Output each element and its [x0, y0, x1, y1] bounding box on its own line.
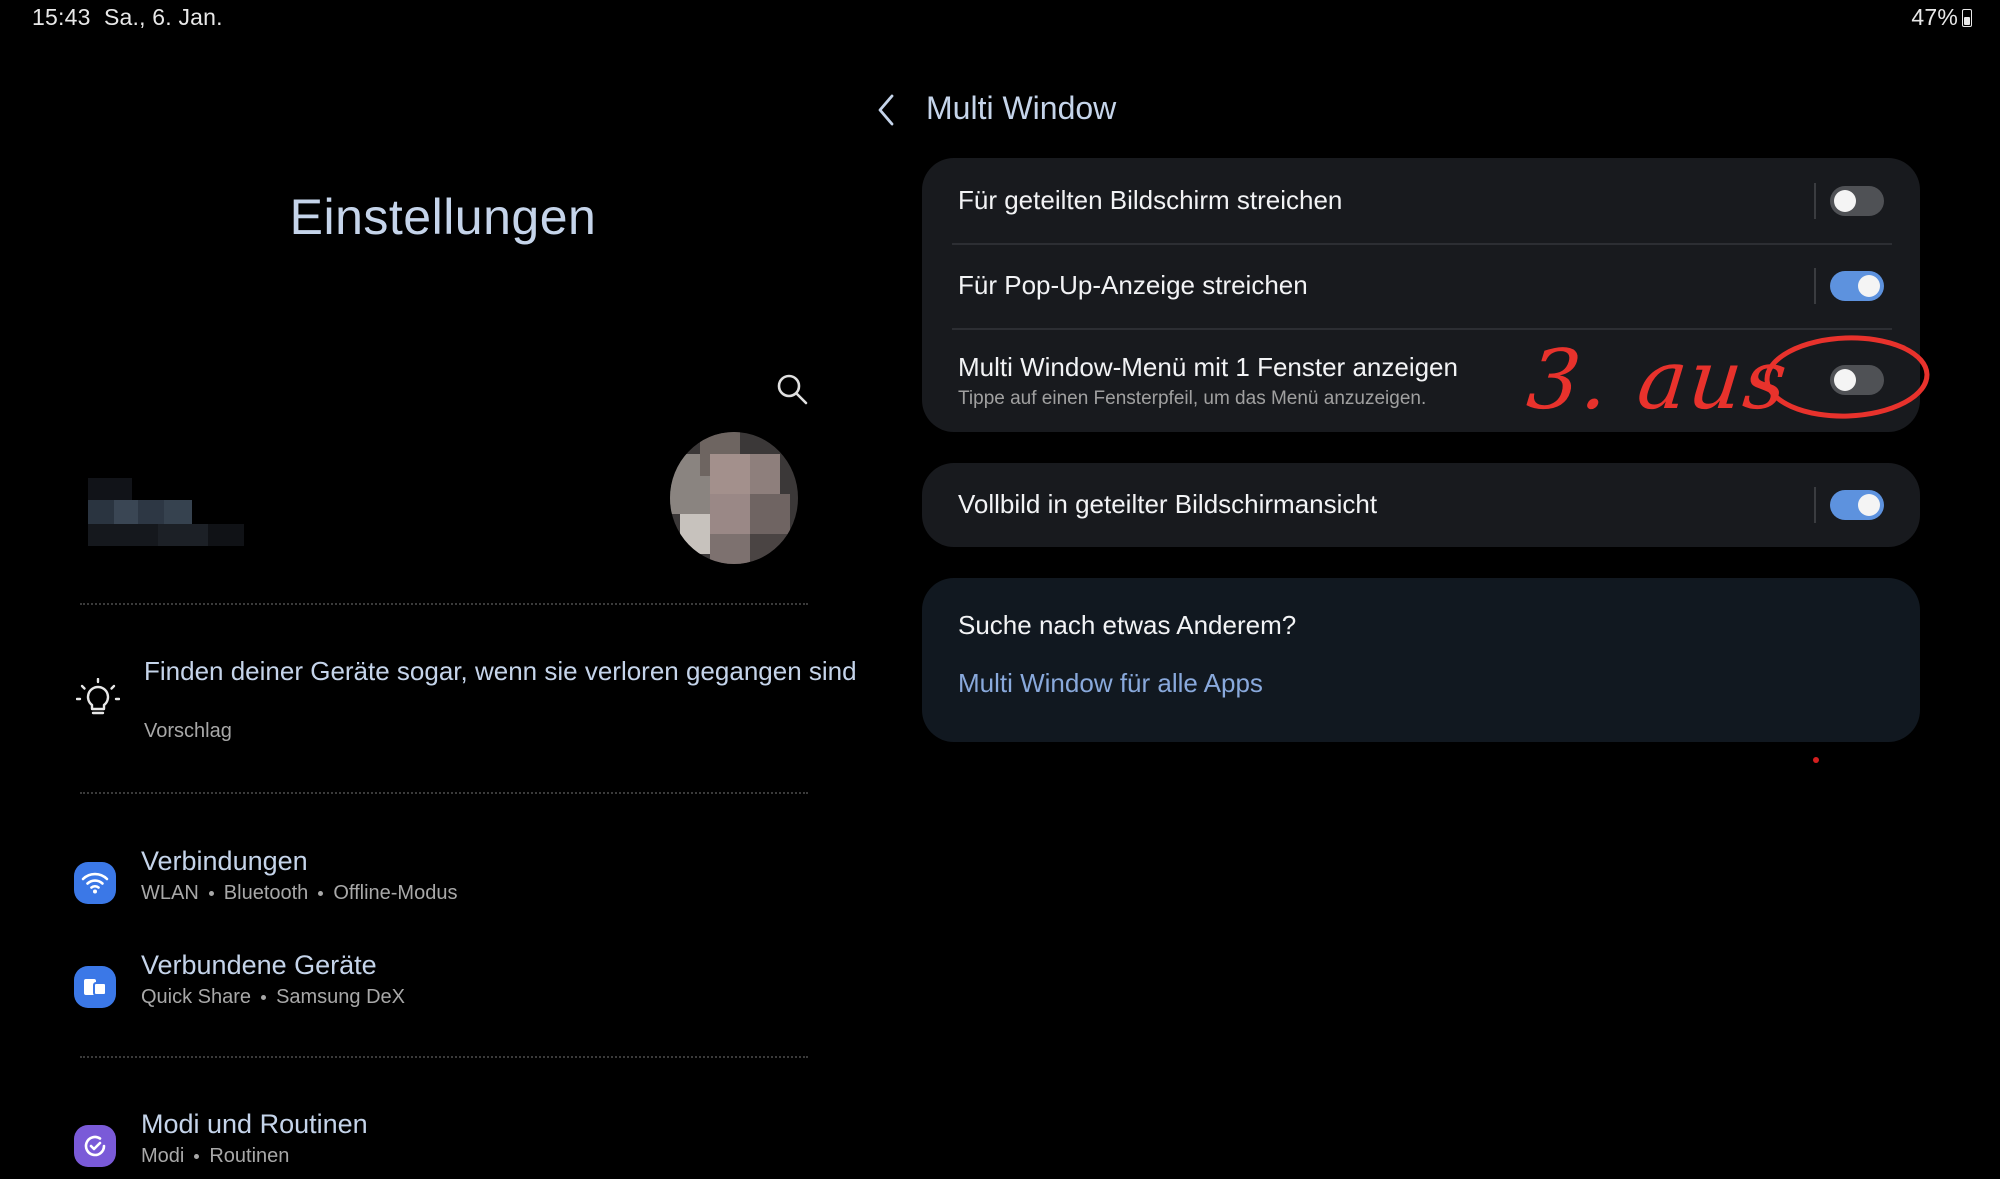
toggle-switch[interactable]	[1830, 490, 1884, 520]
divider	[80, 603, 808, 605]
lightbulb-icon	[76, 678, 120, 715]
subtitle-part: Routinen	[209, 1145, 290, 1167]
setting-row-popup-swipe[interactable]: Für Pop-Up-Anzeige streichen	[922, 244, 1920, 328]
settings-item-verbundene-geraete[interactable]: Verbundene Geräte Quick Share Samsung DeX	[72, 950, 812, 1030]
toggle-knob	[1858, 275, 1880, 297]
separator-dot	[318, 891, 324, 897]
page-title: Multi Window	[926, 90, 1117, 126]
divider	[80, 1056, 808, 1058]
setting-label: Multi Window-Menü mit 1 Fenster anzeigen	[958, 352, 1458, 382]
separator-dot	[261, 995, 267, 1001]
setting-label: Vollbild in geteilter Bildschirmansicht	[958, 489, 1378, 519]
toggle-knob	[1834, 190, 1856, 212]
back-arrow-icon[interactable]	[872, 92, 902, 128]
settings-item-modi-und-routinen[interactable]: Modi und Routinen Modi Routinen	[72, 1109, 812, 1179]
battery-percent: 47%	[1911, 4, 1958, 30]
separator-dot	[208, 891, 214, 897]
subtitle-part: Offline-Modus	[333, 882, 458, 904]
settings-item-subtitle: Modi Routinen	[141, 1145, 289, 1168]
settings-item-subtitle: Quick Share Samsung DeX	[141, 986, 405, 1009]
toggle-switch[interactable]	[1830, 186, 1884, 216]
setting-row-split-screen-swipe[interactable]: Für geteilten Bildschirm streichen	[922, 158, 1920, 244]
avatar[interactable]	[670, 432, 798, 564]
suggestion-title: Finden deiner Geräte sogar, wenn sie ver…	[144, 656, 857, 686]
routines-icon	[74, 1125, 116, 1167]
subtitle-part: Quick Share	[141, 986, 252, 1008]
vertical-divider	[1814, 183, 1816, 219]
connected-devices-icon	[74, 966, 116, 1008]
suggestion-subtitle: Vorschlag	[144, 720, 232, 742]
toggle-knob	[1858, 494, 1880, 516]
settings-card: Vollbild in geteilter Bildschirmansicht	[922, 463, 1920, 547]
search-suggestion-card: Suche nach etwas Anderem? Multi Window f…	[922, 578, 1920, 742]
link-multi-window-all-apps[interactable]: Multi Window für alle Apps	[958, 668, 1263, 699]
subtitle-part: Modi	[141, 1145, 185, 1167]
account-name-redacted[interactable]	[88, 478, 258, 548]
settings-item-title: Modi und Routinen	[141, 1109, 368, 1139]
vertical-divider	[1814, 268, 1816, 304]
status-date: Sa., 6. Jan.	[104, 4, 223, 30]
vertical-divider	[1814, 487, 1816, 523]
setting-row-fullscreen-split[interactable]: Vollbild in geteilter Bildschirmansicht	[922, 463, 1920, 547]
status-battery: 47%	[1911, 4, 1972, 31]
settings-item-subtitle: WLAN Bluetooth Offline-Modus	[141, 882, 457, 905]
wifi-icon	[74, 862, 116, 904]
settings-item-verbindungen[interactable]: Verbindungen WLAN Bluetooth Offline-Modus	[72, 846, 812, 926]
toggle-switch[interactable]	[1830, 271, 1884, 301]
annotation-circle	[1764, 335, 1930, 419]
search-card-title: Suche nach etwas Anderem?	[958, 610, 1297, 640]
settings-item-title: Verbindungen	[141, 846, 308, 876]
search-icon[interactable]	[775, 372, 809, 406]
screen: 15:43 Sa., 6. Jan. 47% Einstellungen Fin…	[0, 0, 2000, 1179]
setting-label: Für geteilten Bildschirm streichen	[958, 185, 1343, 215]
divider	[80, 792, 808, 794]
status-time: 15:43	[32, 4, 91, 30]
annotation-text: 3. aus	[1523, 333, 1794, 428]
separator-dot	[194, 1154, 200, 1160]
battery-icon	[1962, 8, 1972, 27]
subtitle-part: WLAN	[141, 882, 199, 904]
settings-item-title: Verbundene Geräte	[141, 950, 377, 980]
page-title: Einstellungen	[289, 189, 597, 245]
setting-sublabel: Tippe auf einen Fensterpfeil, um das Men…	[958, 388, 1427, 409]
setting-label: Für Pop-Up-Anzeige streichen	[958, 270, 1308, 300]
subtitle-part: Bluetooth	[223, 882, 309, 904]
annotation-dot	[1813, 757, 1819, 763]
subtitle-part: Samsung DeX	[276, 986, 406, 1008]
